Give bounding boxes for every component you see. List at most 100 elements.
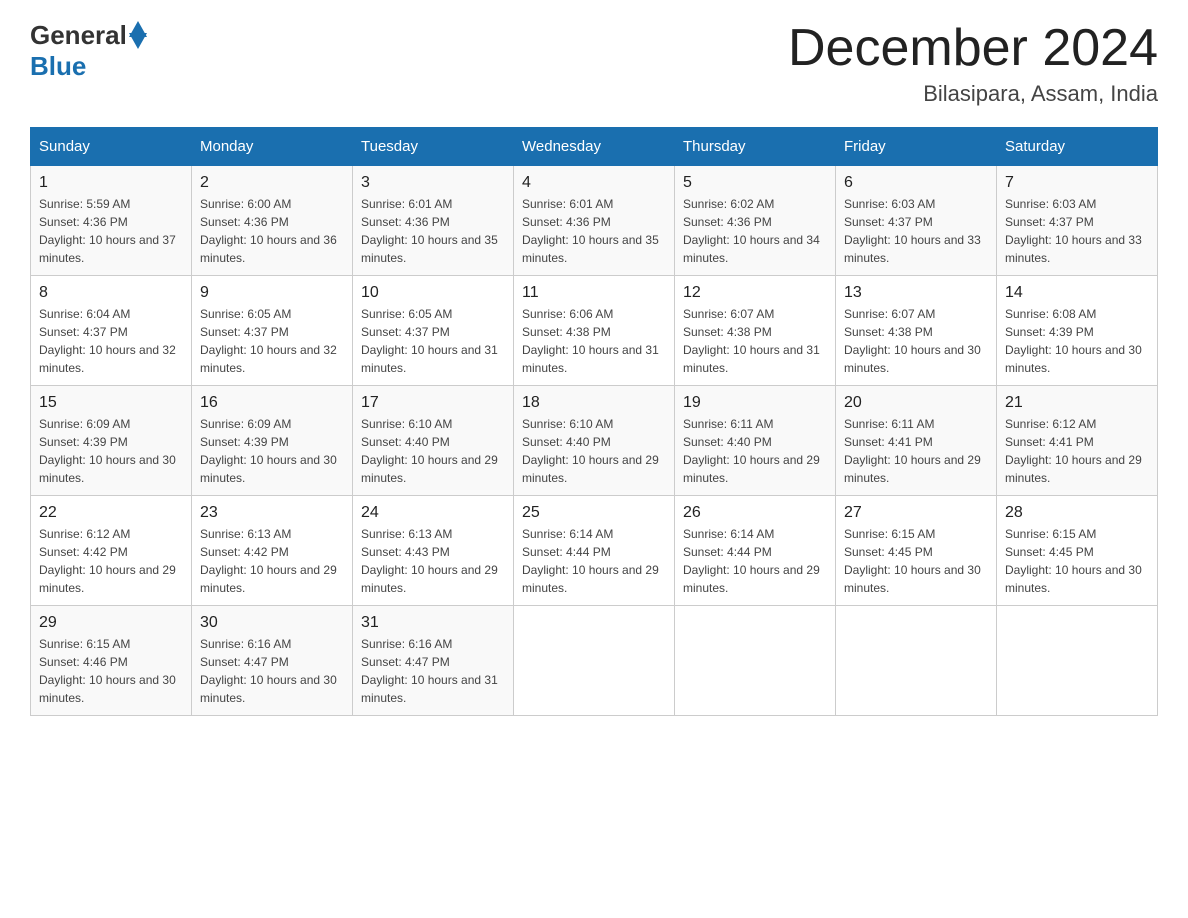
calendar-cell: 18 Sunrise: 6:10 AMSunset: 4:40 PMDaylig…	[514, 386, 675, 496]
day-number: 14	[1005, 284, 1149, 302]
calendar-cell: 21 Sunrise: 6:12 AMSunset: 4:41 PMDaylig…	[997, 386, 1158, 496]
day-number: 16	[200, 394, 344, 412]
logo-general-text: General	[30, 20, 127, 51]
day-header-sunday: Sunday	[31, 128, 192, 166]
day-info: Sunrise: 6:11 AMSunset: 4:40 PMDaylight:…	[683, 417, 820, 485]
day-info: Sunrise: 6:16 AMSunset: 4:47 PMDaylight:…	[361, 637, 498, 705]
calendar-table: SundayMondayTuesdayWednesdayThursdayFrid…	[30, 127, 1158, 716]
calendar-cell: 2 Sunrise: 6:00 AMSunset: 4:36 PMDayligh…	[192, 166, 353, 276]
calendar-cell: 31 Sunrise: 6:16 AMSunset: 4:47 PMDaylig…	[353, 606, 514, 716]
calendar-cell	[997, 606, 1158, 716]
calendar-cell: 13 Sunrise: 6:07 AMSunset: 4:38 PMDaylig…	[836, 276, 997, 386]
day-number: 12	[683, 284, 827, 302]
calendar-cell: 11 Sunrise: 6:06 AMSunset: 4:38 PMDaylig…	[514, 276, 675, 386]
day-number: 24	[361, 504, 505, 522]
day-info: Sunrise: 6:07 AMSunset: 4:38 PMDaylight:…	[844, 307, 981, 375]
calendar-cell: 28 Sunrise: 6:15 AMSunset: 4:45 PMDaylig…	[997, 496, 1158, 606]
day-info: Sunrise: 6:06 AMSunset: 4:38 PMDaylight:…	[522, 307, 659, 375]
calendar-cell: 23 Sunrise: 6:13 AMSunset: 4:42 PMDaylig…	[192, 496, 353, 606]
day-header-friday: Friday	[836, 128, 997, 166]
day-number: 26	[683, 504, 827, 522]
title-block: December 2024 Bilasipara, Assam, India	[788, 20, 1158, 107]
day-number: 15	[39, 394, 183, 412]
calendar-cell: 9 Sunrise: 6:05 AMSunset: 4:37 PMDayligh…	[192, 276, 353, 386]
calendar-cell: 20 Sunrise: 6:11 AMSunset: 4:41 PMDaylig…	[836, 386, 997, 496]
calendar-cell: 15 Sunrise: 6:09 AMSunset: 4:39 PMDaylig…	[31, 386, 192, 496]
day-number: 19	[683, 394, 827, 412]
calendar-cell	[675, 606, 836, 716]
day-info: Sunrise: 6:11 AMSunset: 4:41 PMDaylight:…	[844, 417, 981, 485]
calendar-cell: 19 Sunrise: 6:11 AMSunset: 4:40 PMDaylig…	[675, 386, 836, 496]
day-number: 5	[683, 174, 827, 192]
day-number: 25	[522, 504, 666, 522]
day-header-tuesday: Tuesday	[353, 128, 514, 166]
day-number: 7	[1005, 174, 1149, 192]
day-info: Sunrise: 5:59 AMSunset: 4:36 PMDaylight:…	[39, 197, 176, 265]
logo: General Blue	[30, 20, 147, 82]
day-info: Sunrise: 6:09 AMSunset: 4:39 PMDaylight:…	[39, 417, 176, 485]
day-header-wednesday: Wednesday	[514, 128, 675, 166]
calendar-cell: 12 Sunrise: 6:07 AMSunset: 4:38 PMDaylig…	[675, 276, 836, 386]
calendar-cell: 8 Sunrise: 6:04 AMSunset: 4:37 PMDayligh…	[31, 276, 192, 386]
calendar-cell: 26 Sunrise: 6:14 AMSunset: 4:44 PMDaylig…	[675, 496, 836, 606]
calendar-cell: 29 Sunrise: 6:15 AMSunset: 4:46 PMDaylig…	[31, 606, 192, 716]
day-header-monday: Monday	[192, 128, 353, 166]
calendar-cell: 27 Sunrise: 6:15 AMSunset: 4:45 PMDaylig…	[836, 496, 997, 606]
day-header-thursday: Thursday	[675, 128, 836, 166]
day-info: Sunrise: 6:12 AMSunset: 4:42 PMDaylight:…	[39, 527, 176, 595]
day-number: 13	[844, 284, 988, 302]
day-info: Sunrise: 6:05 AMSunset: 4:37 PMDaylight:…	[200, 307, 337, 375]
calendar-week-row: 15 Sunrise: 6:09 AMSunset: 4:39 PMDaylig…	[31, 386, 1158, 496]
month-title: December 2024	[788, 20, 1158, 77]
location-text: Bilasipara, Assam, India	[788, 81, 1158, 107]
day-number: 27	[844, 504, 988, 522]
calendar-cell: 1 Sunrise: 5:59 AMSunset: 4:36 PMDayligh…	[31, 166, 192, 276]
day-number: 31	[361, 614, 505, 632]
day-number: 4	[522, 174, 666, 192]
calendar-week-row: 22 Sunrise: 6:12 AMSunset: 4:42 PMDaylig…	[31, 496, 1158, 606]
calendar-cell: 30 Sunrise: 6:16 AMSunset: 4:47 PMDaylig…	[192, 606, 353, 716]
day-info: Sunrise: 6:16 AMSunset: 4:47 PMDaylight:…	[200, 637, 337, 705]
day-info: Sunrise: 6:15 AMSunset: 4:45 PMDaylight:…	[844, 527, 981, 595]
calendar-cell: 25 Sunrise: 6:14 AMSunset: 4:44 PMDaylig…	[514, 496, 675, 606]
day-number: 20	[844, 394, 988, 412]
day-number: 21	[1005, 394, 1149, 412]
day-number: 11	[522, 284, 666, 302]
day-info: Sunrise: 6:13 AMSunset: 4:42 PMDaylight:…	[200, 527, 337, 595]
day-number: 22	[39, 504, 183, 522]
day-info: Sunrise: 6:04 AMSunset: 4:37 PMDaylight:…	[39, 307, 176, 375]
day-info: Sunrise: 6:13 AMSunset: 4:43 PMDaylight:…	[361, 527, 498, 595]
day-info: Sunrise: 6:07 AMSunset: 4:38 PMDaylight:…	[683, 307, 820, 375]
day-info: Sunrise: 6:03 AMSunset: 4:37 PMDaylight:…	[1005, 197, 1142, 265]
calendar-cell: 7 Sunrise: 6:03 AMSunset: 4:37 PMDayligh…	[997, 166, 1158, 276]
day-info: Sunrise: 6:09 AMSunset: 4:39 PMDaylight:…	[200, 417, 337, 485]
logo-blue-text: Blue	[30, 51, 86, 82]
day-info: Sunrise: 6:10 AMSunset: 4:40 PMDaylight:…	[361, 417, 498, 485]
day-info: Sunrise: 6:15 AMSunset: 4:46 PMDaylight:…	[39, 637, 176, 705]
day-info: Sunrise: 6:01 AMSunset: 4:36 PMDaylight:…	[522, 197, 659, 265]
day-info: Sunrise: 6:01 AMSunset: 4:36 PMDaylight:…	[361, 197, 498, 265]
day-info: Sunrise: 6:08 AMSunset: 4:39 PMDaylight:…	[1005, 307, 1142, 375]
calendar-week-row: 29 Sunrise: 6:15 AMSunset: 4:46 PMDaylig…	[31, 606, 1158, 716]
day-header-saturday: Saturday	[997, 128, 1158, 166]
calendar-cell: 3 Sunrise: 6:01 AMSunset: 4:36 PMDayligh…	[353, 166, 514, 276]
day-info: Sunrise: 6:12 AMSunset: 4:41 PMDaylight:…	[1005, 417, 1142, 485]
page-header: General Blue December 2024 Bilasipara, A…	[30, 20, 1158, 107]
day-number: 28	[1005, 504, 1149, 522]
calendar-cell	[836, 606, 997, 716]
day-number: 8	[39, 284, 183, 302]
calendar-cell: 16 Sunrise: 6:09 AMSunset: 4:39 PMDaylig…	[192, 386, 353, 496]
calendar-cell: 5 Sunrise: 6:02 AMSunset: 4:36 PMDayligh…	[675, 166, 836, 276]
calendar-header-row: SundayMondayTuesdayWednesdayThursdayFrid…	[31, 128, 1158, 166]
day-number: 17	[361, 394, 505, 412]
day-number: 2	[200, 174, 344, 192]
day-info: Sunrise: 6:05 AMSunset: 4:37 PMDaylight:…	[361, 307, 498, 375]
day-number: 3	[361, 174, 505, 192]
calendar-cell: 22 Sunrise: 6:12 AMSunset: 4:42 PMDaylig…	[31, 496, 192, 606]
day-number: 9	[200, 284, 344, 302]
day-number: 29	[39, 614, 183, 632]
calendar-cell: 6 Sunrise: 6:03 AMSunset: 4:37 PMDayligh…	[836, 166, 997, 276]
calendar-cell: 24 Sunrise: 6:13 AMSunset: 4:43 PMDaylig…	[353, 496, 514, 606]
calendar-week-row: 8 Sunrise: 6:04 AMSunset: 4:37 PMDayligh…	[31, 276, 1158, 386]
calendar-cell: 17 Sunrise: 6:10 AMSunset: 4:40 PMDaylig…	[353, 386, 514, 496]
